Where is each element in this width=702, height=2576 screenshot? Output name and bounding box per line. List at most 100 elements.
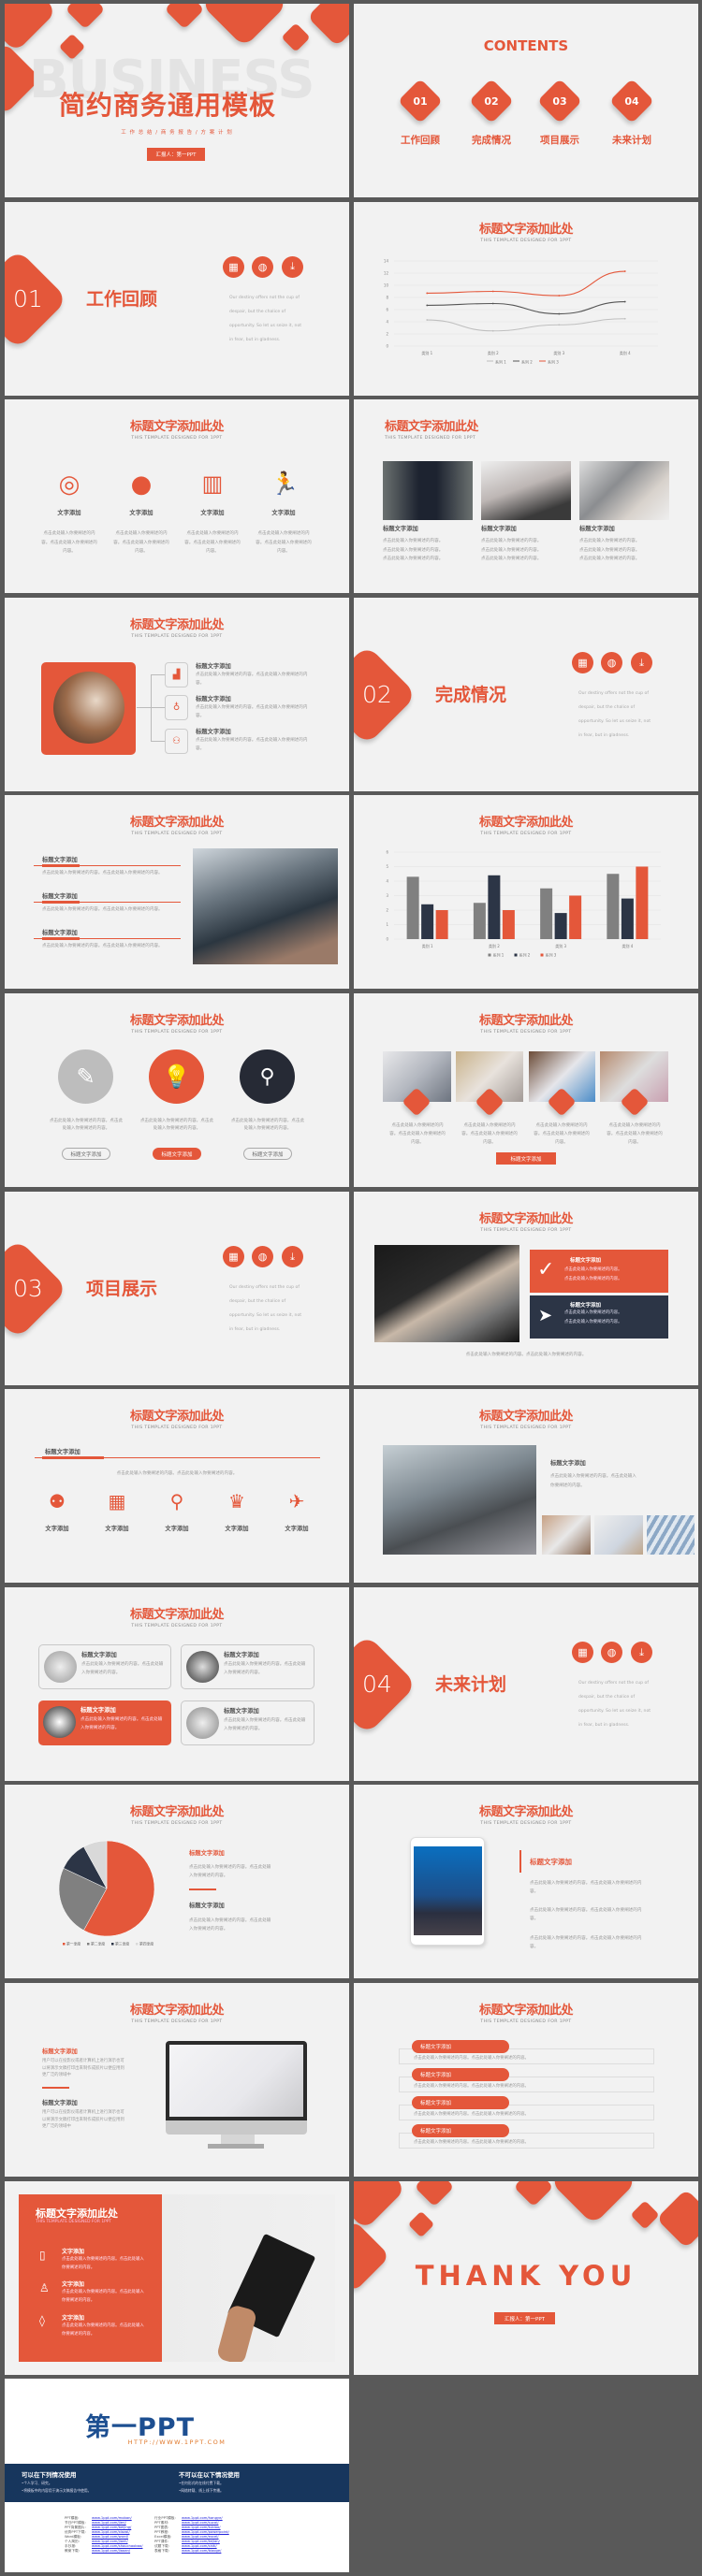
slide-section-04[interactable]: 04 未来计划 ▦ ◍ ⤓ Our destiny offers not the c… [354, 1587, 698, 1781]
calculator-icon[interactable]: ▦ [572, 1642, 593, 1663]
calculator-icon[interactable]: ▦ [223, 1246, 244, 1267]
heading-button[interactable]: 标题文字添加 [243, 1148, 292, 1160]
slide-thank-you[interactable]: THANK YOU 汇报人：第一PPT [354, 2181, 698, 2375]
link-url[interactable]: www.1ppt.com/hangye/ [182, 2516, 223, 2520]
slide-contents[interactable]: CONTENTS 01 工作回顾 02 完成情况 03 项目展示 04 未来计划 [354, 4, 698, 197]
y-tick-label: 0 [386, 937, 388, 942]
link-url[interactable]: www.1ppt.com/powerpoint/ [182, 2530, 229, 2534]
photo-city-skyline [414, 1846, 482, 1935]
link-url[interactable]: www.1ppt.com/tubiao/ [182, 2525, 221, 2529]
slide-section-01[interactable]: 01 工作回顾 ▦ ◍ ⤓ Our destiny offers not the c… [5, 201, 349, 396]
1ppt-url[interactable]: HTTP://WWW.1PPT.COM [5, 2439, 349, 2446]
card[interactable]: 标题文字添加 点击此处输入你要阐述的内容。点击此处输入你要阐述的内容。 [181, 1700, 314, 1745]
link-row: 教案下载: www.1ppt.com/jiaoan/ [65, 2549, 142, 2554]
slide-pie-chart[interactable]: 标题文字添加此处 THIS TEMPLATE DESIGNED FOR 1PPT … [5, 1785, 349, 1978]
reporter-button[interactable]: 汇报人：第一PPT [147, 148, 205, 161]
heading-button[interactable]: 标题文字添加 [153, 1148, 201, 1160]
link-url[interactable]: www.1ppt.com/jiaoan/ [92, 2549, 130, 2553]
link-list-left: PPT模板: www.1ppt.com/moban/节日PPT模板: www.1pp… [65, 2516, 142, 2554]
link-url[interactable]: www.1ppt.com/shouchaobao/ [92, 2544, 142, 2548]
card-desc: 点击此处输入你要阐述的内容。点击此处输入你要阐述的内容。 [224, 1718, 306, 1731]
slide-three-photos[interactable]: 标题文字添加此处 THIS TEMPLATE DESIGNED FOR 1PPT … [354, 399, 698, 593]
globe-icon[interactable]: ◍ [252, 1246, 273, 1267]
slide-title: 标题文字添加此处 [478, 1805, 574, 1819]
slide-monitor[interactable]: 标题文字添加此处 THIS TEMPLATE DESIGNED FOR 1PPT … [5, 1983, 349, 2177]
link-url[interactable]: www.1ppt.com/word/ [92, 2535, 128, 2539]
globe-icon[interactable]: ◍ [601, 1642, 622, 1663]
tablet-desc: 点击此处输入你要阐述的内容。点击此处输入你要阐述的内容。 [530, 1936, 642, 1949]
orange-panel: 标题文字添加此处 THIS TEMPLATE DESIGNED FOR 1PPT… [19, 2194, 162, 2362]
heading-button[interactable]: 标题文字添加 [62, 1148, 110, 1160]
slide-tablet[interactable]: 标题文字添加此处 THIS TEMPLATE DESIGNED FOR 1PPT … [354, 1785, 698, 1978]
photo-thumbnail [647, 1515, 695, 1555]
link-url[interactable]: www.1ppt.com/sucai/ [182, 2521, 218, 2525]
link-url[interactable]: www.1ppt.com/jieri/ [92, 2521, 126, 2525]
card[interactable]: 标题文字添加 点击此处输入你要阐述的内容。点击此处输入你要阐述的内容。 [38, 1644, 171, 1689]
slide-headings-photo[interactable]: 标题文字添加此处 THIS TEMPLATE DESIGNED FOR 1PPT … [5, 795, 349, 989]
quote-text: Our destiny offers not the cup of despai… [229, 295, 302, 342]
slide-photo-gallery[interactable]: 标题文字添加此处 THIS TEMPLATE DESIGNED FOR 1PPT … [354, 1389, 698, 1583]
item-label: 未来计划 [612, 135, 651, 146]
slide-section-03[interactable]: 03 项目展示 ▦ ◍ ⤓ Our destiny offers not the c… [5, 1192, 349, 1385]
pie-desc: 点击此处输入你要阐述的内容。点击此处输入你要阐述的内容。 [189, 1918, 271, 1932]
slide-cover[interactable]: BUSINESS 简约商务通用模板 工 作 总 结 / 商 务 报 告 / 方 … [5, 4, 349, 197]
link-label: 表格下载: [154, 2549, 169, 2553]
reporter-button[interactable]: 汇报人：第一PPT [494, 2312, 555, 2324]
slide-four-cards[interactable]: 标题文字添加此处 THIS TEMPLATE DESIGNED FOR 1PPT … [5, 1587, 349, 1781]
slide-1ppt-ad[interactable]: 第一PPT HTTP://WWW.1PPT.COM 可以在下列情况使用 •个人学… [5, 2379, 349, 2572]
slide-five-icons[interactable]: 标题文字添加此处 THIS TEMPLATE DESIGNED FOR 1PPT … [5, 1389, 349, 1583]
icon-desc: 点击此处输入你要阐述的内容。点击此处输入你要阐述的内容。 [184, 531, 241, 554]
slide-three-circles[interactable]: 标题文字添加此处 THIS TEMPLATE DESIGNED FOR 1PPT … [5, 993, 349, 1187]
download-icon[interactable]: ⤓ [282, 255, 303, 278]
card-highlighted[interactable]: 标题文字添加 点击此处输入你要阐述的内容。点击此处输入你要阐述的内容。 [38, 1700, 171, 1745]
download-icon[interactable]: ⤓ [631, 1642, 652, 1663]
section-number: 03 [13, 1275, 43, 1302]
photo-heading: 标题文字添加 [550, 1460, 586, 1467]
link-url[interactable]: www.1ppt.com/beijing/ [92, 2525, 131, 2529]
slide-orange-panel[interactable]: 标题文字添加此处 THIS TEMPLATE DESIGNED FOR 1PPT… [5, 2181, 349, 2375]
link-url[interactable]: www.1ppt.com/biaoge/ [182, 2549, 221, 2553]
link-url[interactable]: www.1ppt.com/moban/ [92, 2516, 132, 2520]
slide-title: 标题文字添加此处 [129, 816, 225, 830]
heading-button[interactable]: 标题文字添加 [496, 1152, 556, 1165]
item-desc: 点击此处输入你要阐述的内容。点击此处输入你要阐述的内容。 [196, 738, 308, 751]
slide-bar-chart[interactable]: 标题文字添加此处 THIS TEMPLATE DESIGNED FOR 1PPT … [354, 795, 698, 989]
item-number: 02 [484, 95, 499, 108]
card[interactable]: 标题文字添加 点击此处输入你要阐述的内容。点击此处输入你要阐述的内容。 [181, 1644, 314, 1689]
slide-circle-list[interactable]: 标题文字添加此处 THIS TEMPLATE DESIGNED FOR 1PPT … [5, 598, 349, 791]
slide-title: 标题文字添加此处 [129, 618, 225, 632]
slide-four-photos[interactable]: 标题文字添加此处 THIS TEMPLATE DESIGNED FOR 1PPT … [354, 993, 698, 1187]
link-url[interactable]: www.1ppt.com/jianli/ [92, 2540, 128, 2543]
globe-icon[interactable]: ◍ [252, 255, 273, 278]
slide-four-icons[interactable]: 标题文字添加此处 THIS TEMPLATE DESIGNED FOR 1PPT … [5, 399, 349, 593]
item-label: 工作回顾 [401, 135, 440, 146]
link-url[interactable]: www.1ppt.com/excel/ [182, 2535, 219, 2539]
link-url[interactable]: www.1ppt.com/xiazai/ [92, 2530, 130, 2534]
laptop-chart-icon: ▥ [201, 470, 224, 497]
legend-label: 第三季度 [115, 1942, 129, 1946]
link-url[interactable]: www.1ppt.com/kejian/ [182, 2540, 220, 2543]
globe-icon[interactable]: ◍ [601, 652, 622, 673]
item-label: 完成情况 [472, 135, 511, 146]
slide-section-02[interactable]: 02 完成情况 ▦ ◍ ⤓ Our destiny offers not the c… [354, 598, 698, 791]
data-point [623, 317, 626, 320]
slide-pill-list[interactable]: 标题文字添加此处 THIS TEMPLATE DESIGNED FOR 1PPT … [354, 1983, 698, 2177]
slide-line-chart[interactable]: 标题文字添加此处 THIS TEMPLATE DESIGNED FOR 1PPT … [354, 201, 698, 396]
quote-text: Our destiny offers not the cup of despai… [578, 691, 651, 738]
download-icon[interactable]: ⤓ [631, 652, 652, 673]
box-heading: 标题文字添加 [570, 1258, 602, 1264]
legend-swatch [514, 953, 518, 957]
chart-icon: ▟ [165, 662, 188, 687]
link-url[interactable]: www.1ppt.com/shiti/ [182, 2544, 217, 2548]
calculator-icon[interactable]: ▦ [223, 255, 244, 278]
x-tick-label: 类别 2 [489, 943, 500, 948]
link-list-right: 行业PPT模板: www.1ppt.com/hangye/PPT素材: www.1p… [154, 2516, 229, 2554]
download-icon[interactable]: ⤓ [282, 1246, 303, 1267]
calculator-icon[interactable]: ▦ [572, 652, 593, 673]
slide-title: 标题文字添加此处 [478, 1014, 574, 1028]
data-point [491, 290, 494, 292]
navigation-box-panel: ➤ 标题文字添加 点击此处输入你要阐述的内容。 点击此处输入你要阐述的内容。 [530, 1295, 668, 1339]
slide-photo-boxes[interactable]: 标题文字添加此处 THIS TEMPLATE DESIGNED FOR 1PPT … [354, 1192, 698, 1385]
item-label: 项目展示 [540, 135, 579, 146]
slide-title: 标题文字添加此处 [478, 1410, 574, 1424]
